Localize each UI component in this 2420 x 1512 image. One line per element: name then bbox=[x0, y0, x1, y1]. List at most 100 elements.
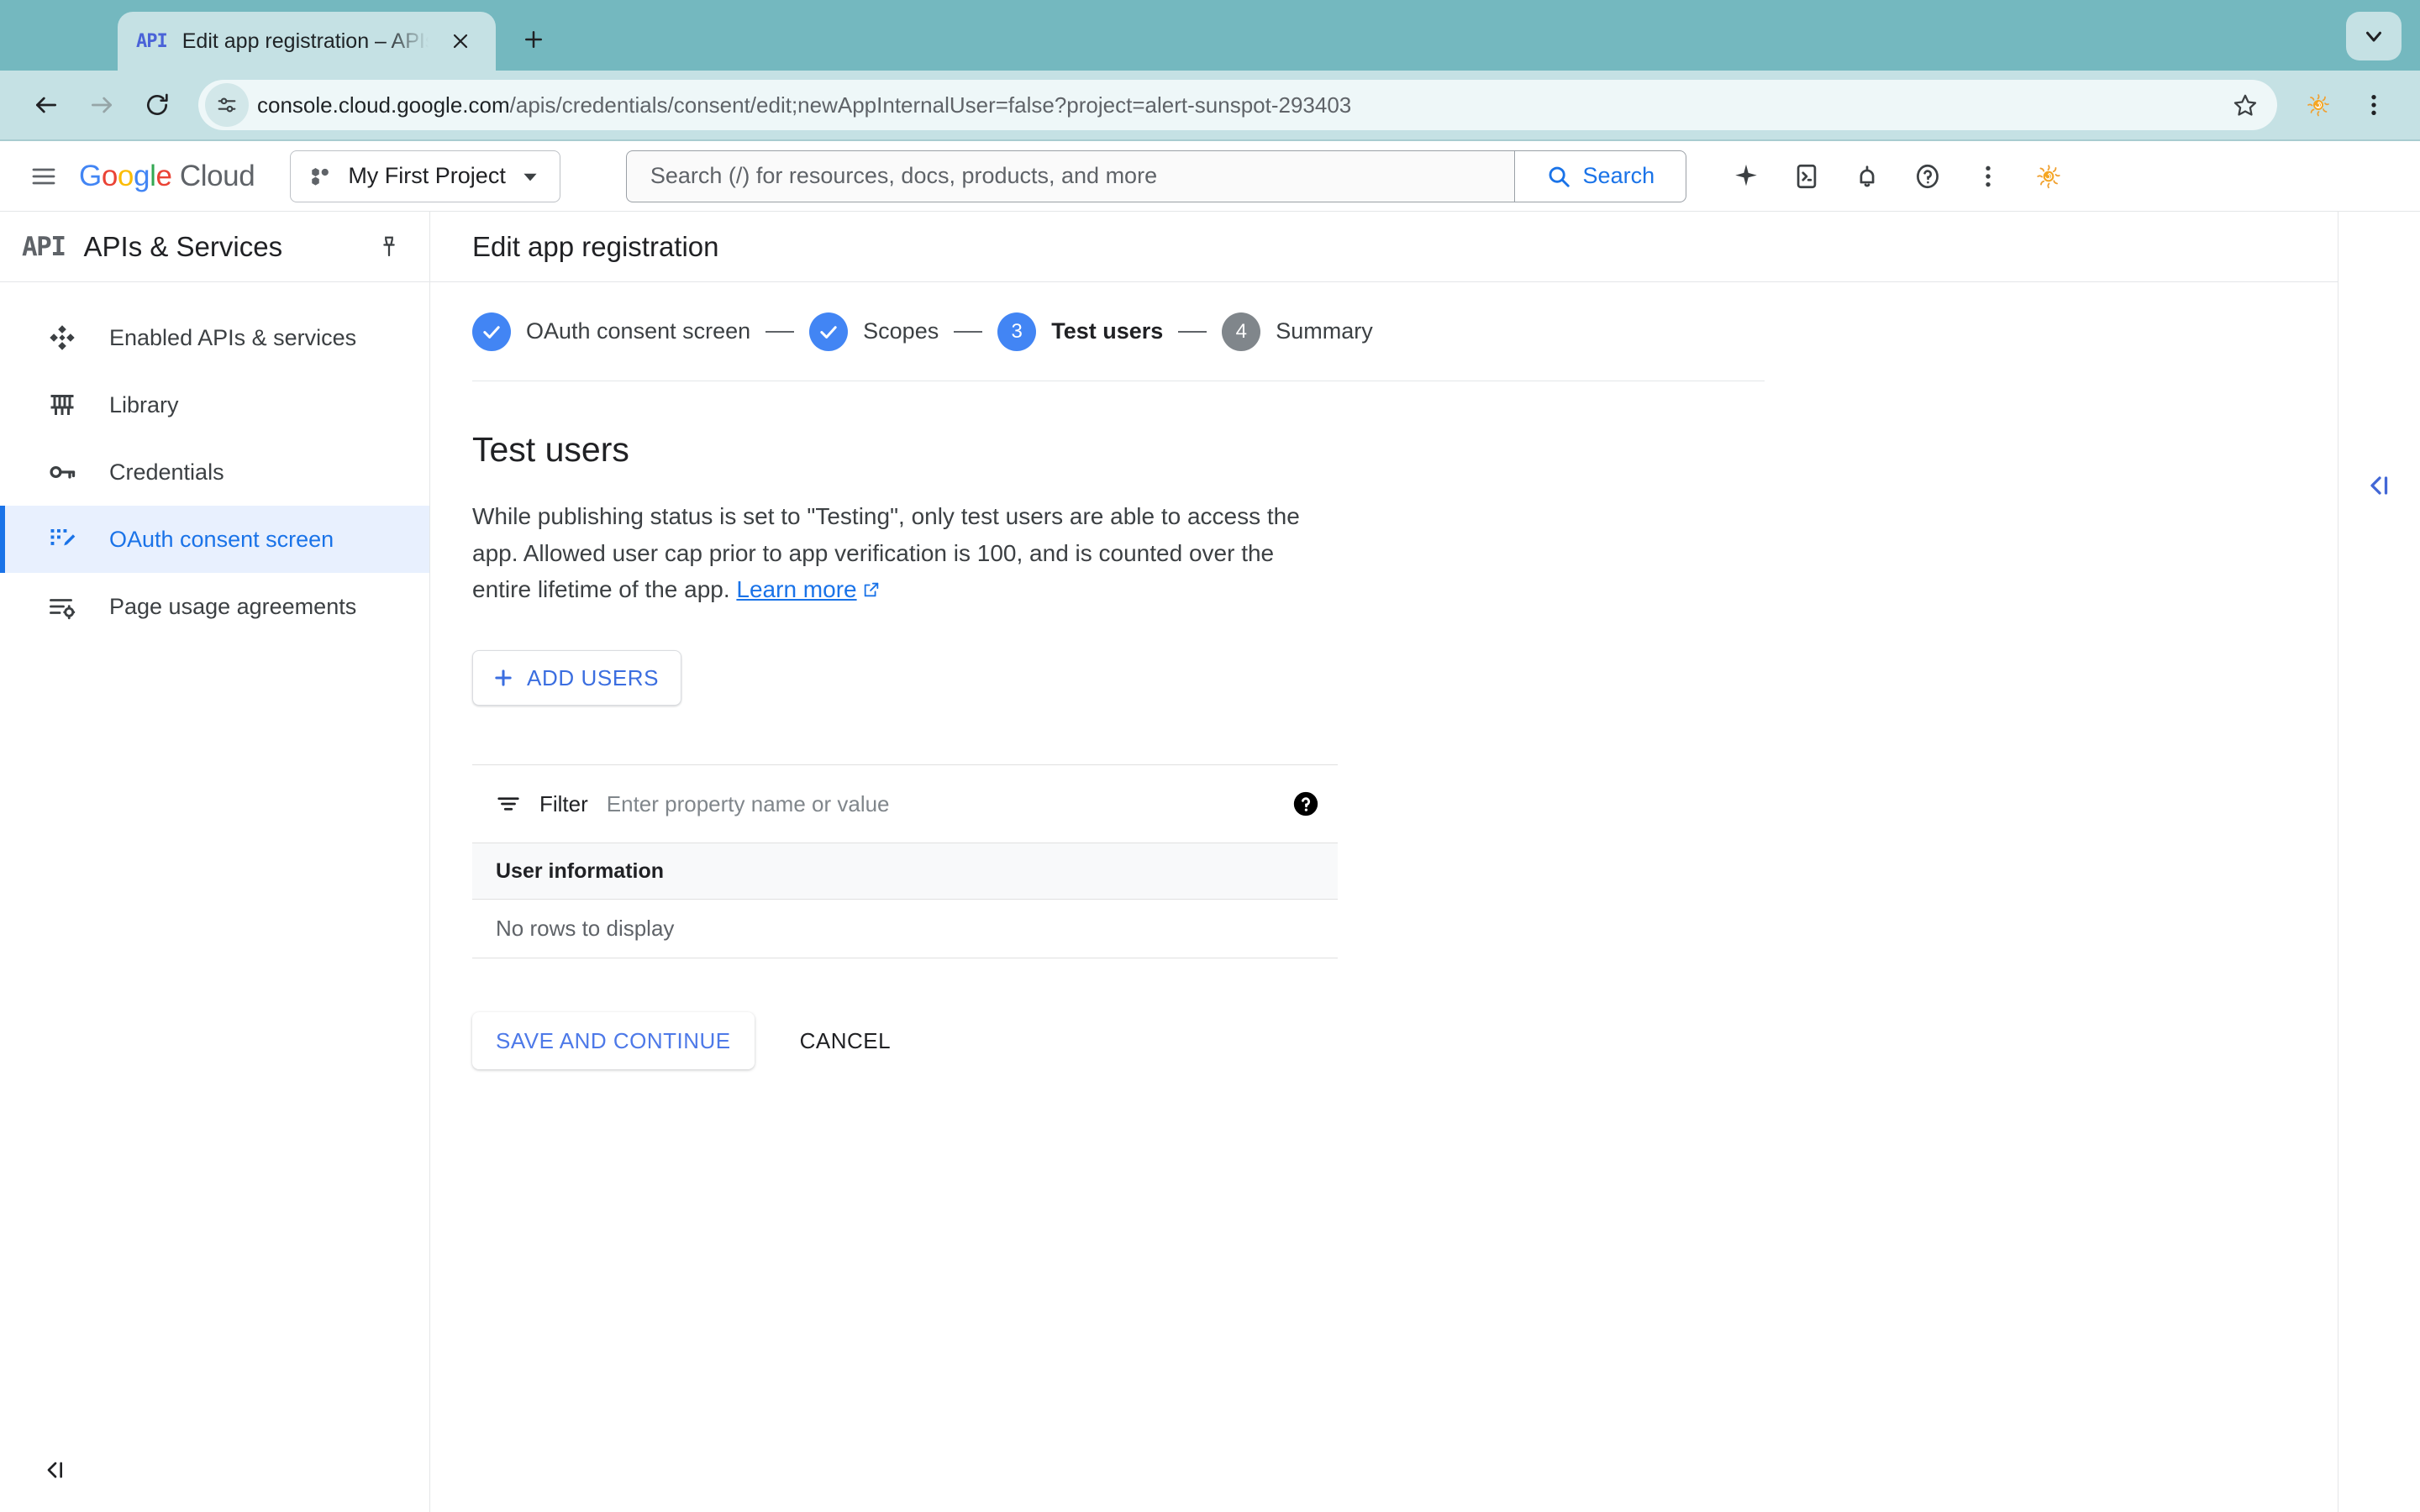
star-icon[interactable] bbox=[2222, 81, 2269, 129]
sidebar-nav: Enabled APIs & services Library Credenti… bbox=[0, 282, 429, 1428]
form-actions: SAVE AND CONTINUE CANCEL bbox=[472, 1012, 2338, 1070]
console-header: Google Cloud My First Project Search (/)… bbox=[0, 141, 2420, 212]
right-side-panel bbox=[2338, 212, 2420, 1512]
address-bar[interactable]: console.cloud.google.com/apis/credential… bbox=[198, 80, 2277, 130]
section-heading: Test users bbox=[472, 430, 629, 469]
add-users-label: ADD USERS bbox=[527, 664, 660, 690]
test-users-table: Filter Enter property name or value User… bbox=[472, 764, 1338, 959]
notifications-bell-icon[interactable] bbox=[1841, 150, 1893, 202]
pin-icon[interactable] bbox=[371, 228, 408, 265]
section-description-text: While publishing status is set to "Testi… bbox=[472, 503, 1300, 603]
table-filter-bar[interactable]: Filter Enter property name or value bbox=[472, 765, 1338, 843]
step-label: Summary bbox=[1276, 318, 1373, 344]
save-and-continue-label: SAVE AND CONTINUE bbox=[496, 1027, 731, 1053]
key-icon bbox=[47, 457, 77, 487]
url-path: /apis/credentials/consent/edit;newAppInt… bbox=[509, 92, 1352, 118]
account-avatar-icon[interactable] bbox=[2023, 150, 2075, 202]
console-body: API APIs & Services Enabled APIs & servi… bbox=[0, 212, 2420, 1512]
step-marker-number: 4 bbox=[1222, 312, 1261, 351]
library-icon bbox=[47, 390, 77, 420]
filter-input[interactable]: Enter property name or value bbox=[607, 791, 1272, 817]
site-settings-icon[interactable] bbox=[205, 83, 249, 127]
collapse-right-panel-icon bbox=[2370, 476, 2387, 495]
sidebar-item-oauth-consent-screen[interactable]: OAuth consent screen bbox=[0, 506, 429, 573]
forward-arrow-icon[interactable] bbox=[76, 79, 128, 131]
collapse-left-icon bbox=[47, 1462, 62, 1478]
step-summary[interactable]: 4 Summary bbox=[1222, 312, 1373, 351]
project-dots-icon bbox=[312, 167, 329, 186]
hamburger-menu-icon[interactable] bbox=[20, 153, 67, 200]
plus-icon bbox=[495, 669, 512, 686]
step-separator bbox=[954, 330, 983, 333]
sidebar-item-enabled-apis[interactable]: Enabled APIs & services bbox=[0, 304, 429, 371]
sidebar-item-label: Page usage agreements bbox=[109, 593, 357, 619]
sun-avatar-glyph bbox=[2307, 94, 2329, 117]
google-cloud-logo[interactable]: Google Cloud bbox=[79, 160, 255, 193]
sidebar-collapse-button[interactable] bbox=[0, 1428, 429, 1512]
sidebar-item-label: Credentials bbox=[109, 459, 224, 485]
sun-avatar-icon[interactable] bbox=[2292, 79, 2344, 131]
main-content: Edit app registration OAuth consent scre… bbox=[430, 212, 2338, 1512]
tab-strip: API Edit app registration – APIs & bbox=[0, 0, 2420, 71]
learn-more-link[interactable]: Learn more bbox=[736, 576, 856, 602]
search-button-label: Search bbox=[1582, 163, 1655, 188]
help-filled-icon[interactable] bbox=[1291, 789, 1321, 819]
sidebar-item-page-usage-agreements[interactable]: Page usage agreements bbox=[0, 573, 429, 640]
enabled-apis-icon bbox=[47, 323, 77, 353]
project-selector[interactable]: My First Project bbox=[290, 150, 560, 202]
chevron-down-icon[interactable] bbox=[2346, 12, 2402, 60]
step-marker-number: 3 bbox=[997, 312, 1037, 351]
sidebar-item-label: Library bbox=[109, 391, 179, 417]
add-users-button[interactable]: ADD USERS bbox=[472, 650, 682, 706]
three-dot-menu-icon[interactable] bbox=[2348, 79, 2400, 131]
step-label: OAuth consent screen bbox=[526, 318, 751, 344]
api-product-icon: API bbox=[22, 231, 66, 262]
sidebar-item-credentials[interactable]: Credentials bbox=[0, 438, 429, 506]
more-vert-icon[interactable] bbox=[1962, 150, 2014, 202]
table-column-header: User information bbox=[496, 858, 665, 883]
step-marker-check-icon bbox=[809, 312, 849, 351]
reload-icon[interactable] bbox=[131, 79, 183, 131]
page-usage-agreements-icon bbox=[47, 591, 77, 622]
product-sidebar: API APIs & Services Enabled APIs & servi… bbox=[0, 212, 430, 1512]
wizard-stepper: OAuth consent screen Scopes 3 Test users… bbox=[472, 282, 1765, 381]
search-input[interactable]: Search (/) for resources, docs, products… bbox=[625, 150, 1514, 202]
open-in-new-icon bbox=[864, 583, 878, 597]
page-title: APIs & Services bbox=[83, 230, 283, 262]
test-users-section: Test users While publishing status is se… bbox=[472, 381, 2338, 1070]
back-arrow-icon[interactable] bbox=[20, 79, 72, 131]
step-oauth-consent-screen[interactable]: OAuth consent screen bbox=[472, 312, 750, 351]
address-bar-url: console.cloud.google.com/apis/credential… bbox=[257, 92, 2213, 118]
step-separator bbox=[1178, 330, 1207, 333]
cancel-button[interactable]: CANCEL bbox=[778, 1012, 913, 1069]
sidebar-item-library[interactable]: Library bbox=[0, 371, 429, 438]
close-icon[interactable] bbox=[444, 24, 477, 58]
browser-tab[interactable]: API Edit app registration – APIs & bbox=[118, 12, 496, 71]
help-question-icon[interactable] bbox=[1902, 150, 1954, 202]
cloud-shell-terminal-icon[interactable] bbox=[1781, 150, 1833, 202]
browser-toolbar: console.cloud.google.com/apis/credential… bbox=[0, 71, 2420, 141]
project-name: My First Project bbox=[348, 163, 506, 188]
table-empty-state: No rows to display bbox=[472, 900, 1338, 959]
header-icon-group bbox=[1720, 150, 2075, 202]
sidebar-item-label: Enabled APIs & services bbox=[109, 324, 357, 350]
step-label: Scopes bbox=[863, 318, 939, 344]
google-cloud-console: Google Cloud My First Project Search (/)… bbox=[0, 141, 2420, 1512]
step-marker-check-icon bbox=[472, 312, 511, 351]
console-search: Search (/) for resources, docs, products… bbox=[625, 150, 1686, 202]
search-button[interactable]: Search bbox=[1513, 150, 1686, 202]
new-tab-button[interactable] bbox=[508, 13, 560, 66]
table-empty-text: No rows to display bbox=[496, 916, 675, 942]
gemini-sparkle-icon[interactable] bbox=[1720, 150, 1772, 202]
step-scopes[interactable]: Scopes bbox=[809, 312, 939, 351]
cancel-label: CANCEL bbox=[799, 1027, 892, 1053]
search-placeholder: Search (/) for resources, docs, products… bbox=[650, 163, 1158, 188]
step-separator bbox=[765, 330, 795, 333]
save-and-continue-button[interactable]: SAVE AND CONTINUE bbox=[472, 1012, 755, 1070]
collapse-right-panel-button[interactable] bbox=[2358, 464, 2402, 507]
search-icon bbox=[1549, 166, 1570, 187]
oauth-consent-icon bbox=[47, 524, 77, 554]
section-description: While publishing status is set to "Testi… bbox=[472, 498, 1338, 608]
logo-cloud-text: Cloud bbox=[179, 159, 255, 192]
step-test-users[interactable]: 3 Test users bbox=[997, 312, 1163, 351]
